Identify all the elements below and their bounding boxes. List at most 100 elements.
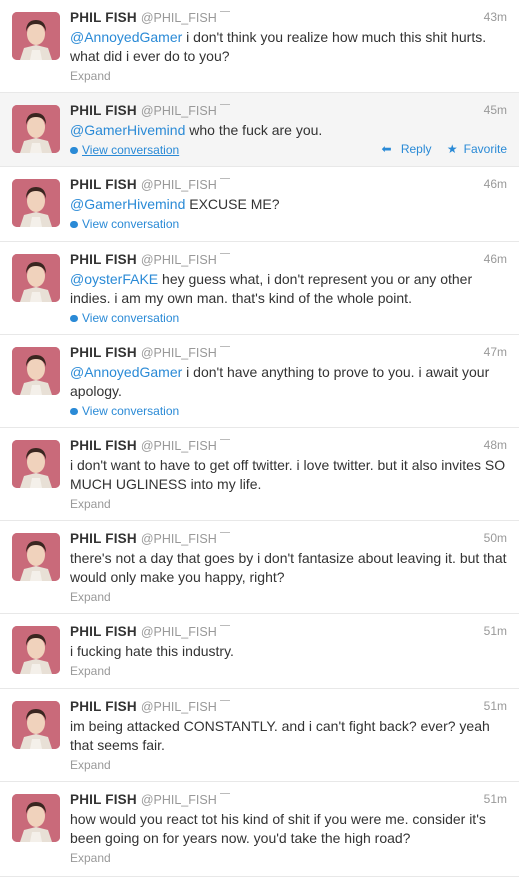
tweet-actions: ⬅ Reply ★ Favorite <box>369 142 507 156</box>
reply-arrow-icon: ⬅ <box>381 142 392 156</box>
author-name[interactable]: PHIL FISH <box>70 252 137 267</box>
avatar[interactable] <box>12 794 60 842</box>
separator-mark <box>219 11 230 21</box>
tweet-item[interactable]: PHIL FISH @PHIL_FISH 43m @AnnoyedGamer i … <box>0 0 519 93</box>
favorite-label: Favorite <box>463 142 507 156</box>
tweet-text: @GamerHivemind EXCUSE ME? <box>70 195 507 214</box>
author-name[interactable]: PHIL FISH <box>70 103 137 118</box>
expand-link[interactable]: Expand <box>70 663 507 680</box>
timestamp[interactable]: 43m <box>484 10 507 24</box>
speech-bubble-icon <box>70 315 78 322</box>
tweet-text: i fucking hate this industry. <box>70 643 234 659</box>
author-handle[interactable]: @PHIL_FISH <box>141 11 217 25</box>
separator-mark <box>219 104 230 114</box>
timestamp[interactable]: 45m <box>484 103 507 117</box>
avatar[interactable] <box>12 179 60 227</box>
author-handle[interactable]: @PHIL_FISH <box>141 178 217 192</box>
view-conversation-label[interactable]: View conversation <box>82 217 179 231</box>
tweet-text: @AnnoyedGamer i don't think you realize … <box>70 28 507 66</box>
timestamp[interactable]: 46m <box>484 252 507 266</box>
view-conversation-link[interactable]: View conversation <box>70 403 507 420</box>
mention-link[interactable]: @oysterFAKE <box>70 271 158 287</box>
speech-bubble-icon <box>70 408 78 415</box>
separator-mark <box>219 439 230 449</box>
view-conversation-label[interactable]: View conversation <box>82 143 179 157</box>
view-conversation-link[interactable]: View conversation <box>70 310 507 327</box>
tweet-text: @AnnoyedGamer i don't have anything to p… <box>70 363 507 401</box>
author-name[interactable]: PHIL FISH <box>70 624 137 639</box>
separator-mark <box>219 532 230 542</box>
expand-link[interactable]: Expand <box>70 496 507 513</box>
author-name[interactable]: PHIL FISH <box>70 10 137 25</box>
star-icon: ★ <box>446 142 458 156</box>
separator-mark <box>219 625 230 635</box>
avatar[interactable] <box>12 12 60 60</box>
tweet-text: there's not a day that goes by i don't f… <box>70 550 507 585</box>
author-name[interactable]: PHIL FISH <box>70 531 137 546</box>
favorite-button[interactable]: ★ Favorite <box>441 142 507 156</box>
author-handle[interactable]: @PHIL_FISH <box>141 439 217 453</box>
reply-label: Reply <box>400 142 432 156</box>
timestamp[interactable]: 51m <box>484 792 507 806</box>
tweet-text: i don't want to have to get off twitter.… <box>70 457 506 492</box>
tweet-text: @GamerHivemind who the fuck are you. <box>70 121 507 140</box>
tweet-item[interactable]: PHIL FISH @PHIL_FISH 51m im being attacke… <box>0 689 519 782</box>
author-name[interactable]: PHIL FISH <box>70 438 137 453</box>
avatar[interactable] <box>12 347 60 395</box>
speech-bubble-icon <box>70 147 78 154</box>
reply-button[interactable]: ⬅ Reply <box>375 142 431 156</box>
timestamp[interactable]: 46m <box>484 177 507 191</box>
expand-link[interactable]: Expand <box>70 68 507 85</box>
author-handle[interactable]: @PHIL_FISH <box>141 104 217 118</box>
author-name[interactable]: PHIL FISH <box>70 792 137 807</box>
tweet-text: im being attacked CONSTANTLY. and i can'… <box>70 718 490 753</box>
timestamp[interactable]: 47m <box>484 345 507 359</box>
tweet-item[interactable]: PHIL FISH @PHIL_FISH 45m @GamerHivemind w… <box>0 93 519 167</box>
mention-link[interactable]: @AnnoyedGamer <box>70 29 182 45</box>
tweet-text: how would you react tot his kind of shit… <box>70 811 486 846</box>
separator-mark <box>219 253 230 263</box>
tweet-item[interactable]: PHIL FISH @PHIL_FISH 46m @oysterFAKE hey … <box>0 242 519 335</box>
author-name[interactable]: PHIL FISH <box>70 345 137 360</box>
expand-link[interactable]: Expand <box>70 850 507 867</box>
timestamp[interactable]: 51m <box>484 699 507 713</box>
author-handle[interactable]: @PHIL_FISH <box>141 625 217 639</box>
author-handle[interactable]: @PHIL_FISH <box>141 253 217 267</box>
avatar[interactable] <box>12 440 60 488</box>
view-conversation-link[interactable]: View conversation <box>70 216 507 233</box>
mention-link[interactable]: @GamerHivemind <box>70 122 185 138</box>
separator-mark <box>219 346 230 356</box>
avatar[interactable] <box>12 105 60 153</box>
expand-link[interactable]: Expand <box>70 589 507 606</box>
tweet-body: EXCUSE ME? <box>185 196 280 212</box>
author-name[interactable]: PHIL FISH <box>70 699 137 714</box>
tweet-item[interactable]: PHIL FISH @PHIL_FISH 51m how would you re… <box>0 782 519 877</box>
timestamp[interactable]: 50m <box>484 531 507 545</box>
tweet-body: who the fuck are you. <box>185 122 323 138</box>
separator-mark <box>219 793 230 803</box>
author-handle[interactable]: @PHIL_FISH <box>141 793 217 807</box>
author-handle[interactable]: @PHIL_FISH <box>141 346 217 360</box>
author-handle[interactable]: @PHIL_FISH <box>141 700 217 714</box>
tweet-text: @oysterFAKE hey guess what, i don't repr… <box>70 270 507 308</box>
avatar[interactable] <box>12 701 60 749</box>
mention-link[interactable]: @AnnoyedGamer <box>70 364 182 380</box>
avatar[interactable] <box>12 533 60 581</box>
mention-link[interactable]: @GamerHivemind <box>70 196 185 212</box>
view-conversation-label[interactable]: View conversation <box>82 311 179 325</box>
tweet-item[interactable]: PHIL FISH @PHIL_FISH 46m @GamerHivemind E… <box>0 167 519 242</box>
tweet-item[interactable]: PHIL FISH @PHIL_FISH 50m there's not a da… <box>0 521 519 614</box>
tweet-item[interactable]: PHIL FISH @PHIL_FISH 51m i fucking hate t… <box>0 614 519 689</box>
separator-mark <box>219 178 230 188</box>
author-handle[interactable]: @PHIL_FISH <box>141 532 217 546</box>
avatar[interactable] <box>12 626 60 674</box>
expand-link[interactable]: Expand <box>70 757 507 774</box>
separator-mark <box>219 700 230 710</box>
timestamp[interactable]: 51m <box>484 624 507 638</box>
author-name[interactable]: PHIL FISH <box>70 177 137 192</box>
view-conversation-label[interactable]: View conversation <box>82 404 179 418</box>
tweet-item[interactable]: PHIL FISH @PHIL_FISH 48m i don't want to … <box>0 428 519 521</box>
avatar[interactable] <box>12 254 60 302</box>
timestamp[interactable]: 48m <box>484 438 507 452</box>
tweet-item[interactable]: PHIL FISH @PHIL_FISH 47m @AnnoyedGamer i … <box>0 335 519 428</box>
